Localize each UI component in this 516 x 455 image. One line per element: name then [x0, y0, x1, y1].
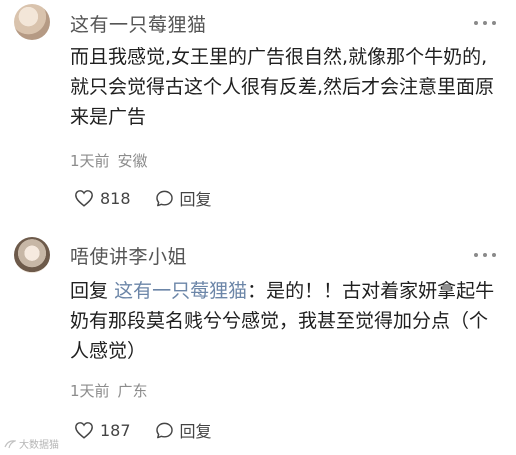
username[interactable]: 这有一只莓狸猫: [70, 10, 207, 37]
heart-outline-icon: [75, 422, 93, 439]
watermark-logo-icon: [4, 439, 16, 448]
avatar[interactable]: [14, 4, 50, 40]
like-count: 818: [100, 188, 131, 208]
comment-actions: 818 回复: [74, 186, 236, 210]
reply-button[interactable]: 回复: [155, 186, 212, 210]
like-count: 187: [100, 420, 131, 440]
heart-outline-icon: [75, 190, 93, 207]
speech-bubble-icon: [155, 190, 173, 206]
avatar[interactable]: [14, 237, 50, 273]
more-dots-icon[interactable]: [474, 252, 496, 258]
comment-meta: 1天前 广东: [70, 380, 148, 401]
comment-text: 而且我感觉,女王里的广告很自然,就像那个牛奶的,就只会觉得古这个人很有反差,然后…: [70, 46, 495, 128]
reply-button[interactable]: 回复: [155, 418, 212, 442]
comment-item: 这有一只莓狸猫 而且我感觉,女王里的广告很自然,就像那个牛奶的,就只会觉得古这个…: [0, 0, 516, 220]
comment-meta: 1天前 安徽: [70, 150, 148, 171]
comment-item: 唔使讲李小姐 回复 这有一只莓狸猫：是的！！古对着家妍拿起牛奶有那段莫名贱兮兮感…: [0, 228, 516, 455]
reply-label: 回复: [179, 422, 212, 441]
username[interactable]: 唔使讲李小姐: [70, 242, 187, 269]
like-button[interactable]: 187: [74, 421, 131, 440]
reply-target-link[interactable]: 这有一只莓狸猫: [114, 280, 247, 302]
reply-label: 回复: [179, 190, 212, 209]
comment-time: 1天前: [70, 382, 110, 400]
comment-actions: 187 回复: [74, 418, 236, 442]
comment-text: 回复 这有一只莓狸猫：是的！！古对着家妍拿起牛奶有那段莫名贱兮兮感觉，我甚至觉得…: [70, 276, 500, 366]
comment-location: 广东: [117, 382, 148, 400]
speech-bubble-icon: [155, 422, 173, 438]
watermark-text: 大数据猫: [19, 440, 59, 451]
reply-prefix: 回复: [70, 280, 109, 302]
watermark: 大数据猫: [4, 436, 59, 451]
comment-location: 安徽: [117, 152, 148, 170]
more-dots-icon[interactable]: [474, 20, 496, 26]
like-button[interactable]: 818: [74, 189, 131, 208]
comment-time: 1天前: [70, 152, 110, 170]
